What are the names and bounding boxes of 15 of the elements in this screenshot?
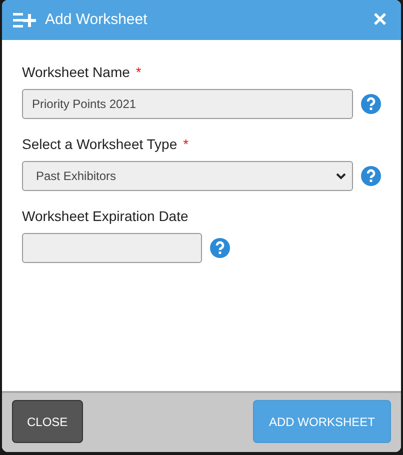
required-icon: * xyxy=(136,62,142,83)
help-icon[interactable] xyxy=(361,166,381,186)
field-label: Worksheet Name xyxy=(22,63,130,82)
help-icon[interactable] xyxy=(210,238,230,258)
help-icon[interactable] xyxy=(361,94,381,114)
date-field[interactable] xyxy=(22,233,202,263)
field-label: Select a Worksheet Type xyxy=(22,135,178,154)
required-icon: * xyxy=(183,134,189,155)
list-add-icon xyxy=(13,12,37,28)
close-button[interactable]: CLOSE xyxy=(12,400,83,443)
dialog-title: Add Worksheet xyxy=(45,10,148,30)
input-field[interactable]: Priority Points 2021 xyxy=(22,89,353,119)
select-field[interactable]: Past Exhibitors xyxy=(22,161,353,191)
field-label: Worksheet Expiration Date xyxy=(22,207,188,226)
chevron-down-icon xyxy=(336,172,346,180)
